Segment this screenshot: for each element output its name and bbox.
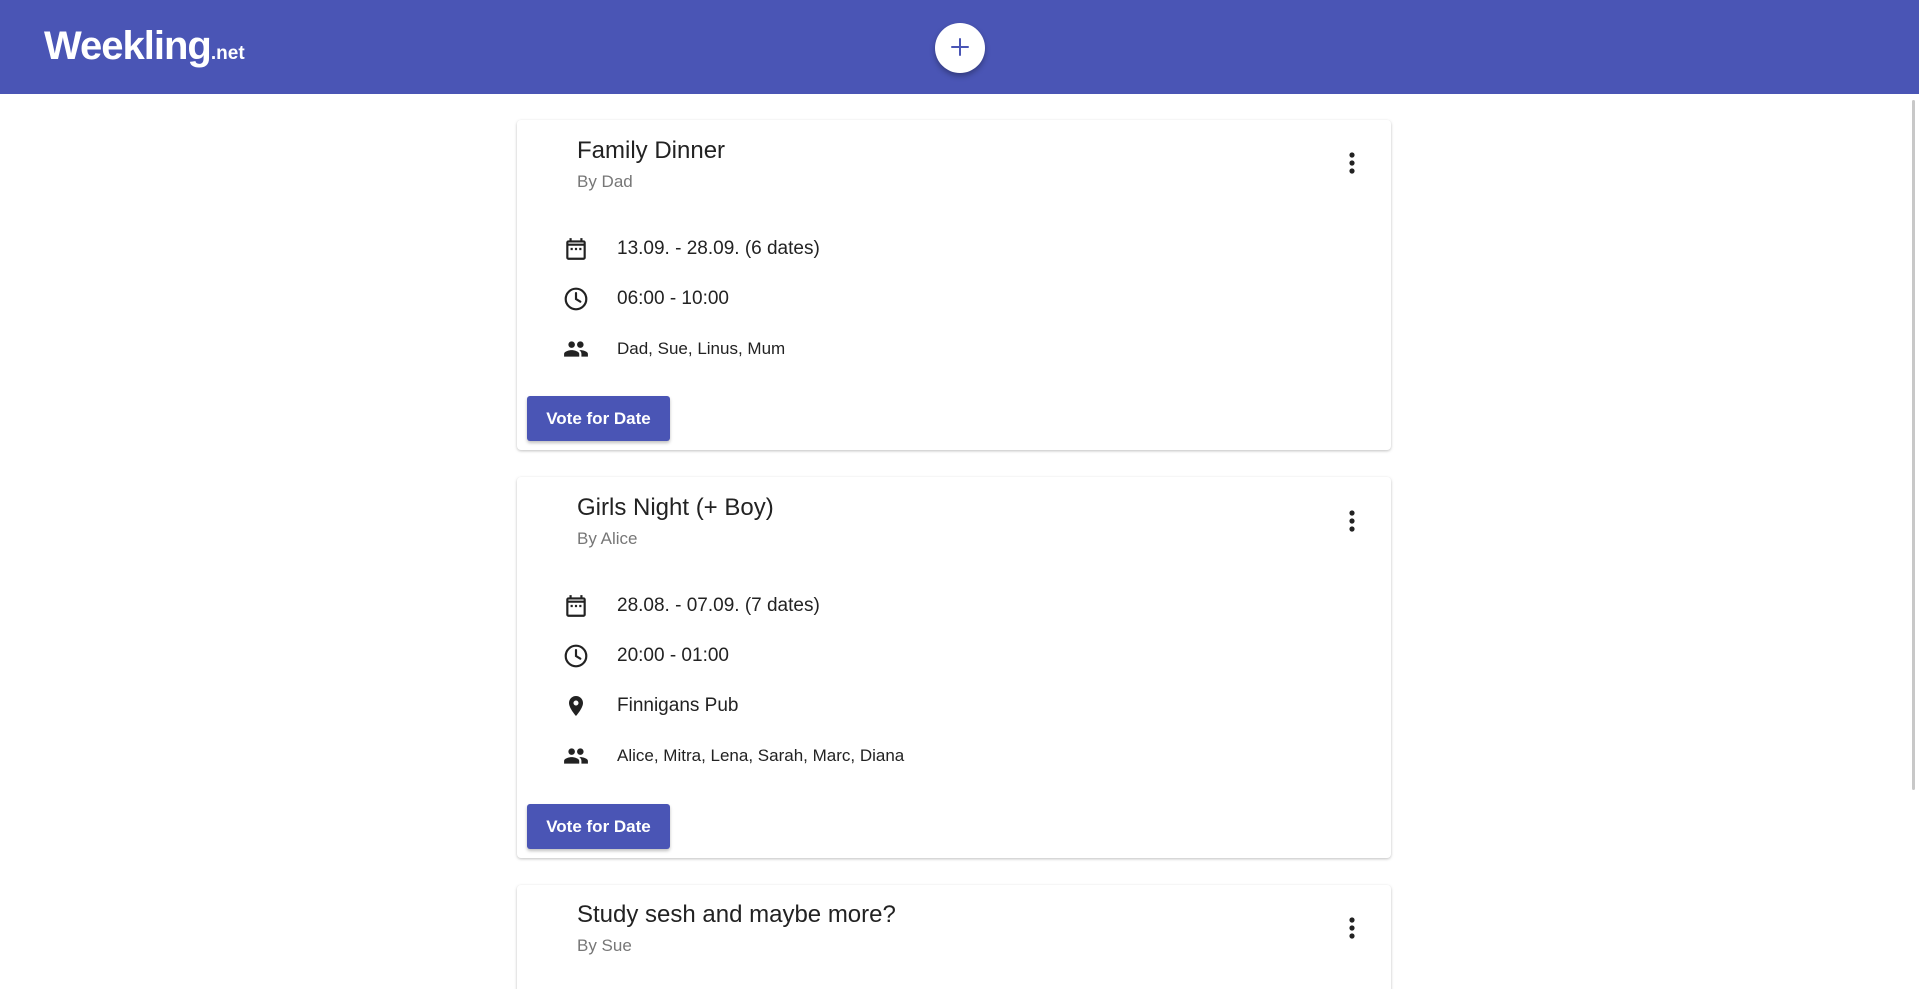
people-icon <box>561 741 591 771</box>
event-dates: 28.08. - 07.09. (7 dates) <box>617 595 820 616</box>
more-options-button[interactable] <box>1337 145 1367 185</box>
scrollbar-thumb[interactable] <box>1912 100 1915 790</box>
event-title: Girls Night (+ Boy) <box>577 494 774 521</box>
event-participants-row: Alice, Mitra, Lena, Sarah, Marc, Diana <box>561 741 904 771</box>
top-app-bar: Weekling.net <box>0 0 1919 94</box>
event-card: Family Dinner By Dad 13.09. - 28.09. (6 … <box>517 120 1391 450</box>
event-author: By Dad <box>577 172 633 191</box>
calendar-icon <box>561 234 591 264</box>
more-vert-icon <box>1349 916 1355 944</box>
event-dates-row: 13.09. - 28.09. (6 dates) <box>561 234 820 264</box>
event-card: Girls Night (+ Boy) By Alice 28.08. - 07… <box>517 477 1391 858</box>
event-title: Family Dinner <box>577 137 726 164</box>
clock-icon <box>561 641 591 671</box>
event-participants: Alice, Mitra, Lena, Sarah, Marc, Diana <box>617 746 905 765</box>
event-location-row: Finnigans Pub <box>561 691 738 721</box>
brand-logo[interactable]: Weekling.net <box>44 24 245 69</box>
more-options-button[interactable] <box>1337 910 1367 950</box>
brand-name: Weekling <box>44 24 212 68</box>
add-event-button[interactable] <box>935 23 985 73</box>
event-participants-row: Dad, Sue, Linus, Mum <box>561 334 785 364</box>
vote-for-date-button[interactable]: Vote for Date <box>527 396 670 441</box>
location-pin-icon <box>561 691 591 721</box>
event-card: Study sesh and maybe more? By Sue <box>517 885 1391 989</box>
event-author: By Sue <box>577 936 632 955</box>
event-author: By Alice <box>577 529 638 548</box>
calendar-icon <box>561 591 591 621</box>
event-time: 20:00 - 01:00 <box>617 645 729 666</box>
event-dates: 13.09. - 28.09. (6 dates) <box>617 238 820 259</box>
people-icon <box>561 334 591 364</box>
event-dates-row: 28.08. - 07.09. (7 dates) <box>561 591 820 621</box>
event-location: Finnigans Pub <box>617 695 739 716</box>
more-options-button[interactable] <box>1337 503 1367 543</box>
brand-suffix: .net <box>210 43 245 64</box>
vote-for-date-button[interactable]: Vote for Date <box>527 804 670 849</box>
clock-icon <box>561 284 591 314</box>
more-vert-icon <box>1349 151 1355 179</box>
plus-icon <box>949 36 971 61</box>
event-time-row: 20:00 - 01:00 <box>561 641 729 671</box>
event-participants: Dad, Sue, Linus, Mum <box>617 339 786 358</box>
event-title: Study sesh and maybe more? <box>577 901 896 928</box>
event-time-row: 06:00 - 10:00 <box>561 284 729 314</box>
more-vert-icon <box>1349 509 1355 537</box>
event-time: 06:00 - 10:00 <box>617 288 729 309</box>
